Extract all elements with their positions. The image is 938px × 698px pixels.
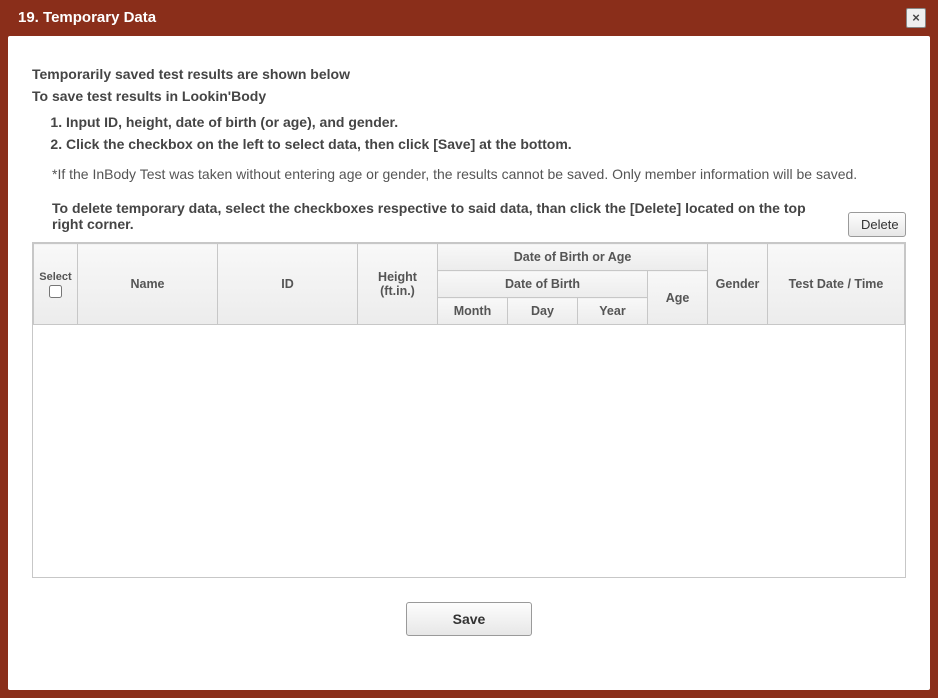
col-dob-age: Date of Birth or Age: [438, 244, 708, 271]
col-name: Name: [78, 244, 218, 325]
delete-instruction: To delete temporary data, select the che…: [52, 200, 836, 232]
intro-line1: Temporarily saved test results are shown…: [32, 66, 906, 82]
col-gender: Gender: [708, 244, 768, 325]
col-age: Age: [648, 271, 708, 325]
select-all-checkbox[interactable]: [49, 285, 62, 298]
save-button[interactable]: Save: [406, 602, 532, 636]
content-panel: Temporarily saved test results are shown…: [8, 36, 930, 690]
title-bar: 19. Temporary Data: [0, 0, 938, 36]
dialog-window: 19. Temporary Data × Temporarily saved t…: [0, 0, 938, 698]
delete-button[interactable]: Delete: [848, 212, 906, 237]
step-1: Input ID, height, date of birth (or age)…: [66, 114, 906, 130]
dialog-title: 19. Temporary Data: [18, 9, 156, 26]
intro-line2: To save test results in Lookin'Body: [32, 88, 906, 104]
col-month: Month: [438, 298, 508, 325]
save-bar: Save: [32, 602, 906, 636]
close-button[interactable]: ×: [906, 8, 926, 28]
col-dob: Date of Birth: [438, 271, 648, 298]
table-body-empty: [33, 325, 905, 578]
col-year: Year: [578, 298, 648, 325]
step-2: Click the checkbox on the left to select…: [66, 136, 906, 152]
note-text: *If the InBody Test was taken without en…: [52, 166, 906, 182]
col-select: Select: [34, 244, 78, 325]
col-height: Height (ft.in.): [358, 244, 438, 325]
data-table: Select Name ID Height (ft.in.) Date of B…: [32, 242, 906, 578]
delete-instruction-row: To delete temporary data, select the che…: [32, 200, 906, 234]
col-id: ID: [218, 244, 358, 325]
col-day: Day: [508, 298, 578, 325]
col-test-datetime: Test Date / Time: [768, 244, 905, 325]
table-header: Select Name ID Height (ft.in.) Date of B…: [33, 243, 905, 325]
col-select-label: Select: [39, 271, 71, 283]
close-icon: ×: [912, 10, 920, 25]
steps-list: Input ID, height, date of birth (or age)…: [32, 114, 906, 152]
